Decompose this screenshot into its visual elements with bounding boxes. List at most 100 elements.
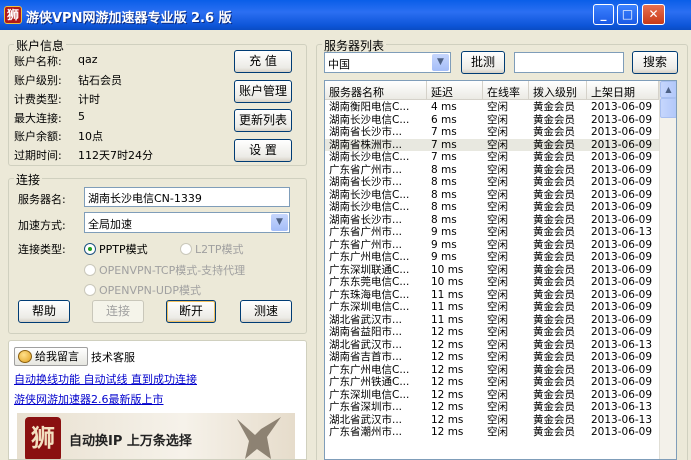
table-cell: 2013-06-09 [591, 201, 653, 213]
table-row[interactable]: 湖南省株洲市... 7 ms 空闲 黄金会员 2013-06-09 [325, 138, 659, 151]
col-header-online[interactable]: 在线率 [483, 81, 529, 100]
table-row[interactable]: 广东东莞电信C... 10 ms 空闲 黄金会员 2013-06-09 [325, 276, 659, 289]
table-row[interactable]: 湖北省武汉市... 12 ms 空闲 黄金会员 2013-06-13 [325, 414, 659, 427]
table-cell: 湖南省株洲市... [329, 138, 403, 151]
table-row[interactable]: 广东广州电信C... 12 ms 空闲 黄金会员 2013-06-09 [325, 364, 659, 377]
table-cell: 8 ms [431, 188, 457, 201]
account-manage-button[interactable]: 账户管理 [234, 80, 292, 103]
region-select[interactable]: 中国 ▼ [324, 52, 451, 73]
table-row[interactable]: 湖南省长沙市... 8 ms 空闲 黄金会员 2013-06-09 [325, 176, 659, 189]
table-row[interactable]: 广东省广州市... 8 ms 空闲 黄金会员 2013-06-09 [325, 164, 659, 177]
radio-pptp[interactable]: PPTP模式 [84, 241, 148, 257]
connect-button[interactable]: 连接 [92, 300, 144, 323]
table-cell: 黄金会员 [533, 163, 575, 176]
minimize-button[interactable]: _ [593, 4, 614, 25]
table-cell: 12 ms [431, 363, 464, 376]
table-cell: 12 ms [431, 338, 464, 351]
table-cell: 7 ms [431, 138, 457, 151]
col-header-latency[interactable]: 延迟 [427, 81, 483, 100]
table-cell: 广东省潮州市... [329, 426, 403, 438]
account-info-label: 账户信息 [14, 37, 67, 54]
table-cell: 12 ms [431, 376, 464, 388]
table-cell: 黄金会员 [533, 326, 575, 338]
table-row[interactable]: 广东省潮州市... 12 ms 空闲 黄金会员 2013-06-09 [325, 426, 659, 439]
table-row[interactable]: 广东深圳联通C... 10 ms 空闲 黄金会员 2013-06-09 [325, 264, 659, 277]
table-cell: 湖南省益阳市... [329, 326, 403, 338]
table-cell: 12 ms [431, 426, 464, 438]
maximize-button[interactable]: □ [617, 4, 638, 25]
close-button[interactable]: ✕ [642, 4, 665, 25]
accel-mode-select[interactable]: 全局加速 ▼ [84, 212, 290, 233]
search-input[interactable] [514, 52, 624, 73]
radio-pptp-label: PPTP模式 [99, 243, 148, 256]
table-cell: 2013-06-09 [591, 263, 653, 276]
vertical-scrollbar[interactable]: ▲ [659, 81, 676, 459]
server-table[interactable]: 服务器名称 延迟 在线率 拨入级别 上架日期 湖南衡阳电信C... 4 ms 空闲黄… [324, 80, 677, 460]
table-cell: 7 ms [431, 151, 457, 163]
radio-openvpn-udp-label: OPENVPN-UDP模式 [99, 284, 201, 297]
radio-l2tp[interactable]: L2TP模式 [180, 241, 243, 257]
help-button[interactable]: 帮助 [18, 300, 70, 323]
disconnect-button[interactable]: 断开 [166, 300, 216, 323]
table-row[interactable]: 湖南长沙电信C... 7 ms 空闲 黄金会员 2013-06-09 [325, 151, 659, 164]
table-row[interactable]: 湖北省武汉市... 11 ms 空闲 黄金会员 2013-06-09 [325, 314, 659, 327]
refresh-list-button[interactable]: 更新列表 [234, 109, 292, 132]
scrollbar-thumb[interactable] [660, 98, 676, 118]
table-cell: 广东省深圳市... [329, 401, 403, 413]
table-row[interactable]: 广东省广州市... 9 ms 空闲 黄金会员 2013-06-13 [325, 226, 659, 239]
table-row[interactable]: 湖南长沙电信C... 6 ms 空闲 黄金会员 2013-06-09 [325, 114, 659, 127]
table-row[interactable]: 广东深圳电信C... 11 ms 空闲 黄金会员 2013-06-09 [325, 301, 659, 314]
table-cell: 广东省广州市... [329, 238, 403, 251]
col-header-date[interactable]: 上架日期 [587, 81, 659, 100]
recharge-button[interactable]: 充 值 [234, 50, 292, 73]
table-cell: 广东珠海电信C... [329, 288, 410, 301]
auto-switch-link[interactable]: 自动换线功能 自动试线 直到成功连接 [14, 371, 197, 387]
table-row[interactable]: 湖南长沙电信C... 8 ms 空闲 黄金会员 2013-06-09 [325, 189, 659, 202]
table-row[interactable]: 湖南衡阳电信C... 4 ms 空闲 黄金会员 2013-06-09 [325, 101, 659, 114]
table-cell: 2013-06-09 [591, 251, 653, 263]
table-cell: 黄金会员 [533, 113, 575, 126]
table-row[interactable]: 广东深圳电信C... 12 ms 空闲 黄金会员 2013-06-09 [325, 389, 659, 402]
table-row[interactable]: 广东珠海电信C... 11 ms 空闲 黄金会员 2013-06-09 [325, 289, 659, 302]
region-value: 中国 [328, 58, 350, 71]
table-row[interactable]: 湖北省武汉市... 12 ms 空闲 黄金会员 2013-06-13 [325, 339, 659, 352]
radio-openvpn-tcp[interactable]: OPENVPN-TCP模式-支持代理 [84, 262, 245, 278]
search-button[interactable]: 搜索 [632, 51, 678, 74]
table-cell: 空闲 [487, 413, 508, 426]
table-cell: 11 ms [431, 301, 464, 313]
table-cell: 2013-06-09 [591, 151, 653, 163]
test-speed-button[interactable]: 测速 [240, 300, 292, 323]
table-cell: 2013-06-09 [591, 326, 653, 338]
table-row[interactable]: 湖南省长沙市... 7 ms 空闲 黄金会员 2013-06-09 [325, 126, 659, 139]
title-bar[interactable]: 狮 游侠VPN网游加速器专业版 2.6 版 _ □ ✕ [0, 0, 691, 30]
table-row[interactable]: 广东省深圳市... 12 ms 空闲 黄金会员 2013-06-13 [325, 401, 659, 414]
server-name-field[interactable]: 湖南长沙电信CN-1339 [84, 187, 290, 207]
table-row[interactable]: 湖南省长沙市... 8 ms 空闲 黄金会员 2013-06-09 [325, 214, 659, 227]
chevron-down-icon[interactable]: ▼ [432, 54, 449, 71]
promo-banner[interactable]: 狮 自动换IP 上万条选择 [17, 413, 295, 459]
chevron-down-icon[interactable]: ▼ [271, 214, 288, 231]
table-cell: 黄金会员 [533, 213, 575, 226]
table-cell: 9 ms [431, 251, 457, 263]
table-cell: 湖南长沙电信C... [329, 113, 410, 126]
leave-message-button[interactable]: 给我留言 [14, 347, 88, 366]
table-cell: 空闲 [487, 363, 508, 376]
col-header-level[interactable]: 拨入级别 [529, 81, 587, 100]
table-cell: 空闲 [487, 126, 508, 138]
table-row[interactable]: 广东广州电信C... 9 ms 空闲 黄金会员 2013-06-09 [325, 251, 659, 264]
table-row[interactable]: 广东省广州市... 9 ms 空闲 黄金会员 2013-06-09 [325, 239, 659, 252]
col-header-name[interactable]: 服务器名称 [325, 81, 427, 100]
settings-button[interactable]: 设 置 [234, 139, 292, 162]
billing-type-label: 计费类型: [14, 93, 62, 106]
table-cell: 8 ms [431, 163, 457, 176]
warrior-figure-icon [237, 417, 281, 459]
table-row[interactable]: 广东广州铁通C... 12 ms 空闲 黄金会员 2013-06-09 [325, 376, 659, 389]
table-row[interactable]: 湖南省吉首市... 12 ms 空闲 黄金会员 2013-06-09 [325, 351, 659, 364]
table-row[interactable]: 湖南省益阳市... 12 ms 空闲 黄金会员 2013-06-09 [325, 326, 659, 339]
new-version-link[interactable]: 游侠网游加速器2.6最新版上市 [14, 391, 164, 407]
scroll-up-icon[interactable]: ▲ [660, 81, 676, 98]
batch-test-button[interactable]: 批测 [461, 51, 505, 74]
radio-openvpn-udp[interactable]: OPENVPN-UDP模式 [84, 282, 201, 298]
table-row[interactable]: 湖南长沙电信C... 8 ms 空闲 黄金会员 2013-06-09 [325, 201, 659, 214]
table-cell: 湖南衡阳电信C... [329, 101, 410, 113]
